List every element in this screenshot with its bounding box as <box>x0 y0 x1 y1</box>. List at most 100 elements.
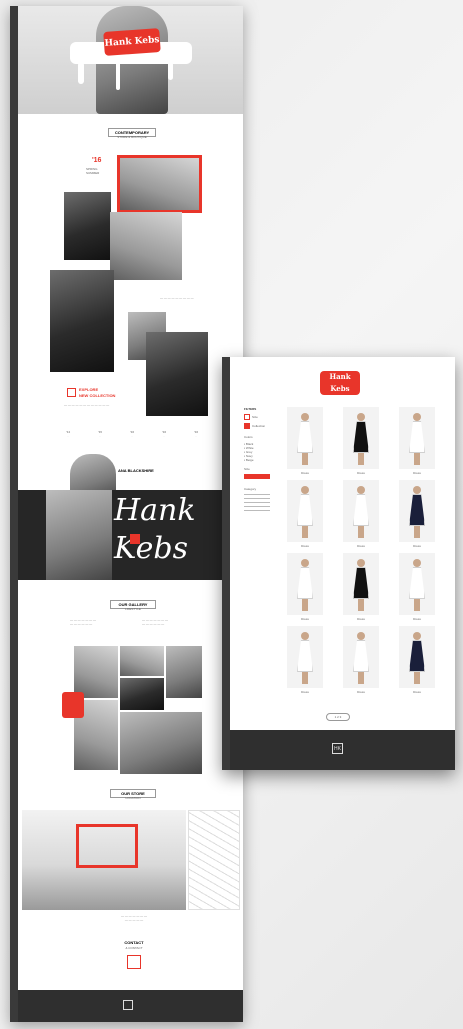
model-legs <box>358 453 364 465</box>
lifestyle-photo[interactable] <box>120 678 164 710</box>
product-image[interactable] <box>399 407 435 469</box>
model-legs <box>414 672 420 684</box>
product-card[interactable]: Dress <box>282 480 328 550</box>
product-card[interactable]: Dress <box>338 626 384 696</box>
dress-shape <box>297 640 313 672</box>
product-card[interactable]: Dress <box>394 553 440 623</box>
product-image[interactable] <box>343 626 379 688</box>
hero-logo[interactable]: Hank Kebs <box>103 28 161 56</box>
product-label: Dress <box>357 617 365 621</box>
paint-drip <box>116 62 120 90</box>
model-legs <box>302 599 308 611</box>
contact-icon[interactable] <box>127 955 141 969</box>
explore-line1[interactable]: EXPLORE <box>79 387 98 392</box>
product-label: Dress <box>301 617 309 621</box>
gallery-photo[interactable] <box>50 270 114 372</box>
model-head <box>357 486 365 494</box>
product-card[interactable]: Dress <box>282 553 328 623</box>
paragraph-text: — — — — — — — — — <box>160 296 194 300</box>
store-address: — — — — — — — — — — — — <box>120 914 147 922</box>
product-image[interactable] <box>399 626 435 688</box>
product-image[interactable] <box>343 553 379 615</box>
pager[interactable]: 1 2 3 <box>326 713 350 721</box>
product-card[interactable]: Dress <box>338 407 384 477</box>
dress-shape <box>353 640 369 672</box>
paragraph-text: — — — — — — — — — — — — <box>64 403 110 407</box>
product-image[interactable] <box>343 480 379 542</box>
product-image[interactable] <box>343 407 379 469</box>
product-label: Dress <box>357 690 365 694</box>
lifestyle-photo[interactable] <box>120 712 202 774</box>
hero-banner: Hank Kebs <box>18 6 243 114</box>
model-head <box>301 486 309 494</box>
model-head <box>357 559 365 567</box>
catalog-page-mockup: Hank Kebs FILTERS Size Collection Colors… <box>222 357 455 770</box>
product-card[interactable]: Dress <box>394 626 440 696</box>
store-map[interactable] <box>188 810 240 910</box>
stamp-icon <box>130 534 140 544</box>
footer-logo-icon[interactable]: HK <box>332 743 343 754</box>
product-card[interactable]: Dress <box>338 480 384 550</box>
model-legs <box>358 672 364 684</box>
feature-year: '16 <box>92 157 102 164</box>
model-legs <box>414 526 420 538</box>
lifestyle-subtitle: LIFESTYLE <box>125 607 141 611</box>
dress-shape <box>353 567 369 599</box>
model-head <box>413 632 421 640</box>
product-image[interactable] <box>287 407 323 469</box>
product-card[interactable]: Dress <box>338 553 384 623</box>
year-item[interactable]: '14 · <box>66 430 70 448</box>
filter-checkbox[interactable] <box>244 423 250 429</box>
product-label: Dress <box>413 544 421 548</box>
filter-checkbox[interactable] <box>244 414 250 420</box>
product-label: Dress <box>301 544 309 548</box>
product-card[interactable]: Dress <box>394 407 440 477</box>
paragraph-text: — — — — — — — — — — — — — <box>70 618 97 626</box>
dress-shape <box>353 494 369 526</box>
product-grid: Dress Dress Dress Dress Dress Dress Dress Dress… <box>278 407 448 697</box>
category-list[interactable] <box>244 494 270 514</box>
lifestyle-photo[interactable] <box>166 646 202 698</box>
gallery-photo[interactable] <box>146 332 208 416</box>
gallery-photo[interactable] <box>110 212 182 280</box>
side-rail <box>222 357 230 770</box>
landing-page-mockup: Hank Kebs CONTEMPORARY STORE & BOUTIQUE … <box>10 6 243 1022</box>
gallery-photo[interactable] <box>64 192 111 260</box>
product-label: Dress <box>301 690 309 694</box>
model-legs <box>414 453 420 465</box>
product-card[interactable]: Dress <box>282 626 328 696</box>
year-item[interactable]: '16 · <box>130 430 134 448</box>
year-item-active[interactable]: '16 · <box>194 430 198 448</box>
explore-line2[interactable]: NEW COLLECTION <box>79 393 115 398</box>
year-timeline: '14 · '15 · '16 · '16 · '16 · <box>66 430 198 448</box>
product-image[interactable] <box>287 626 323 688</box>
filter-option-label: Collection <box>252 424 266 428</box>
product-card[interactable]: Dress <box>394 480 440 550</box>
explore-icon[interactable] <box>67 388 76 397</box>
product-image[interactable] <box>399 553 435 615</box>
product-label: Dress <box>357 544 365 548</box>
product-card[interactable]: Dress <box>282 407 328 477</box>
person-name: ANA BLACKSHIRE <box>118 468 154 473</box>
person-photo-body <box>46 490 112 580</box>
product-image[interactable] <box>399 480 435 542</box>
model-head <box>413 486 421 494</box>
product-label: Dress <box>357 471 365 475</box>
lifestyle-photo[interactable] <box>74 646 118 698</box>
product-label: Dress <box>413 617 421 621</box>
footer-logo-icon[interactable] <box>123 1000 133 1010</box>
model-legs <box>358 526 364 538</box>
product-image[interactable] <box>287 553 323 615</box>
model-legs <box>414 599 420 611</box>
model-head <box>357 413 365 421</box>
model-head <box>301 632 309 640</box>
year-item[interactable]: '16 · <box>162 430 166 448</box>
product-image[interactable] <box>287 480 323 542</box>
lifestyle-photo[interactable] <box>120 646 164 676</box>
year-item[interactable]: '15 · <box>98 430 102 448</box>
size-slider[interactable] <box>244 474 270 479</box>
feature-photo[interactable] <box>117 155 202 213</box>
contact-subtitle: & CONTACT <box>125 946 143 950</box>
catalog-logo[interactable]: Hank Kebs <box>320 371 360 395</box>
category-heading: Category <box>244 487 257 491</box>
